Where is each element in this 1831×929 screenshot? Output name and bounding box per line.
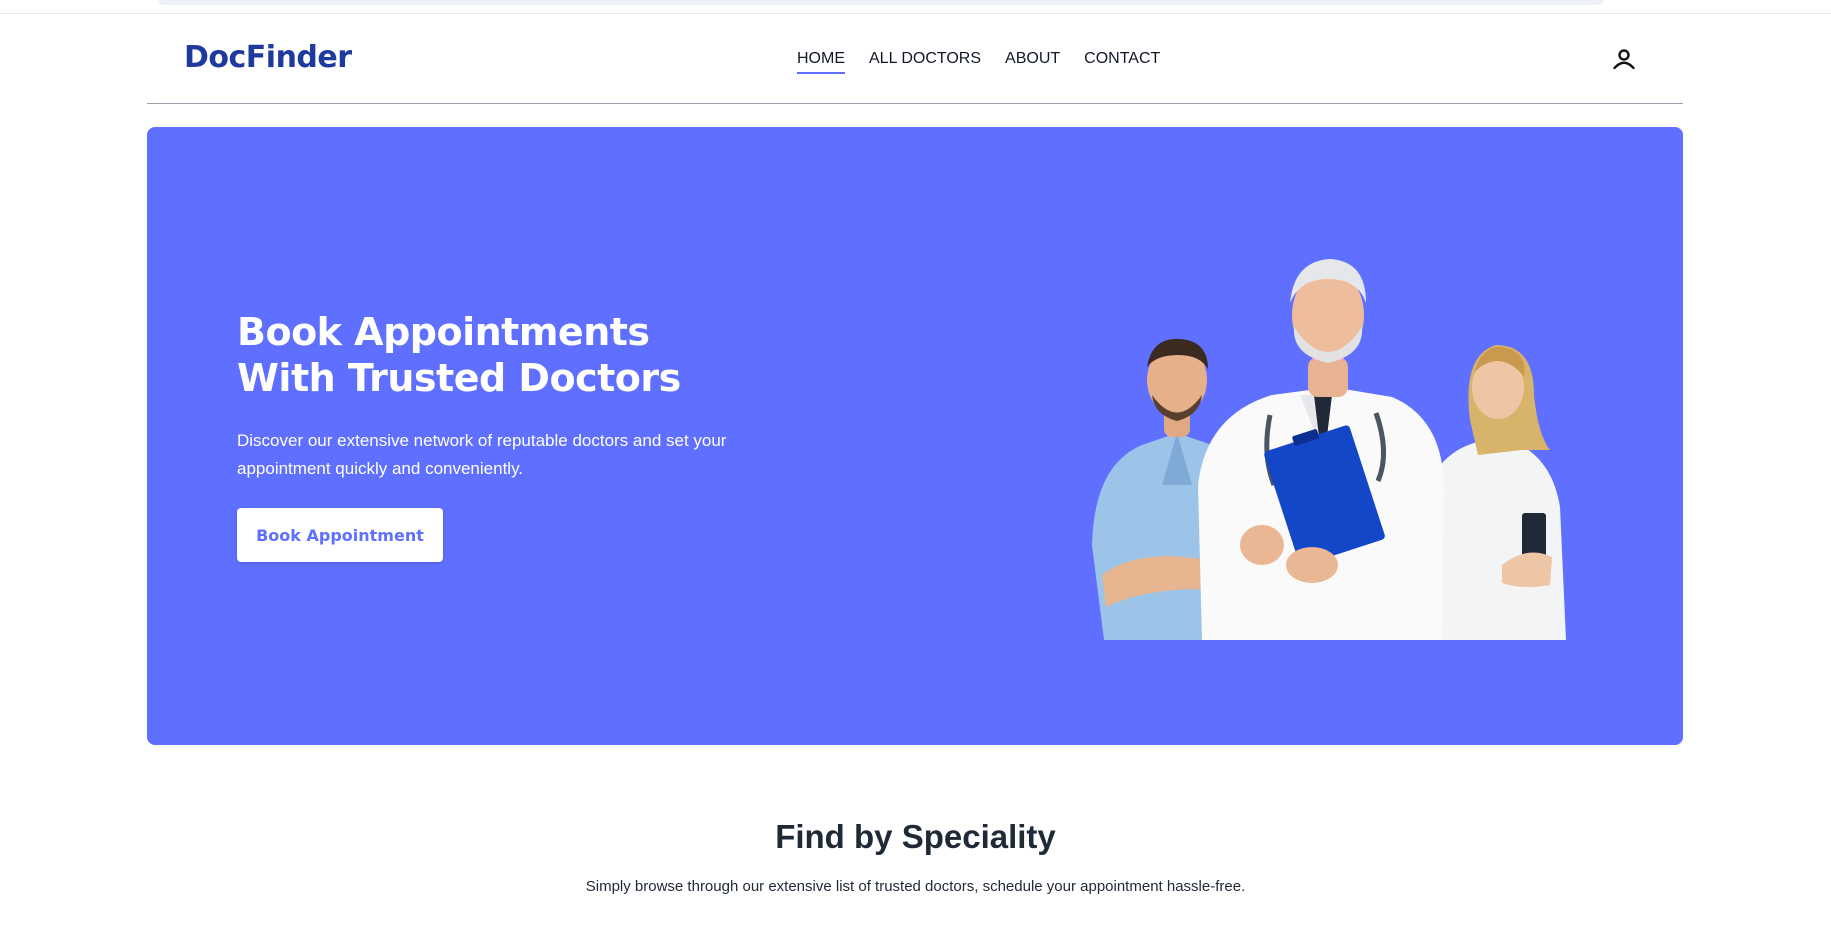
top-strip-pill [158,0,1604,5]
nav-item-home[interactable]: HOME [797,50,845,74]
navbar: DocFinder HOME ALL DOCTORS ABOUT CONTACT [147,14,1683,104]
nav-links: HOME ALL DOCTORS ABOUT CONTACT [797,50,1160,74]
doctors-group-image [1092,259,1566,640]
nav-item-all-doctors[interactable]: ALL DOCTORS [869,50,981,74]
book-appointment-button[interactable]: Book Appointment [237,508,443,562]
hero-title-line1: Book Appointments [237,310,650,354]
hero-description: Discover our extensive network of reputa… [237,431,727,478]
speciality-section-title: Find by Speciality [775,818,1056,855]
account-button[interactable] [1609,44,1639,74]
browser-top-strip [0,0,1831,14]
speciality-section-subtitle: Simply browse through our extensive list… [585,878,1246,895]
doctor-center-figure [1198,259,1444,640]
nav-item-contact[interactable]: CONTACT [1084,50,1160,74]
hero-title: Book Appointments With Trusted Doctors [237,309,837,401]
user-icon [1613,49,1635,70]
hero-banner: Book Appointments With Trusted Doctors D… [147,127,1683,745]
nav-item-about[interactable]: ABOUT [1005,50,1060,74]
hero-title-line2: With Trusted Doctors [237,356,681,400]
logo[interactable]: DocFinder [184,40,352,75]
